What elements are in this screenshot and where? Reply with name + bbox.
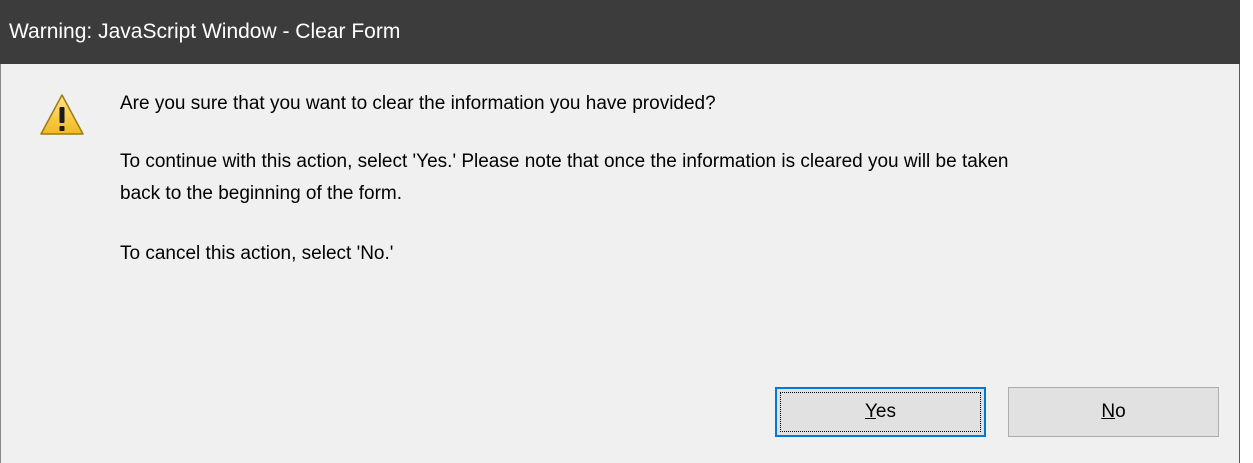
dialog-title-bar[interactable]: Warning: JavaScript Window - Clear Form [0, 0, 1240, 64]
message-cancel: To cancel this action, select 'No.' [120, 243, 394, 264]
warning-dialog: Warning: JavaScript Window - Clear Form … [0, 0, 1240, 463]
no-label-rest: o [1115, 401, 1126, 422]
yes-button-label: Yes [865, 401, 896, 422]
yes-button[interactable]: Yes [775, 387, 986, 437]
dialog-content: Are you sure that you want to clear the … [0, 64, 1239, 463]
yes-label-rest: es [875, 401, 896, 422]
no-button-label: No [1101, 401, 1125, 422]
no-mnemonic: N [1101, 401, 1116, 422]
no-button[interactable]: No [1008, 387, 1219, 437]
message-continue-line-2: back to the beginning of the form. [120, 183, 403, 204]
dialog-title: Warning: JavaScript Window - Clear Form [9, 20, 401, 43]
yes-mnemonic: Y [864, 401, 876, 422]
message-question: Are you sure that you want to clear the … [120, 93, 716, 114]
message-continue-line-1: To continue with this action, select 'Ye… [120, 151, 1009, 172]
warning-icon [40, 94, 84, 135]
